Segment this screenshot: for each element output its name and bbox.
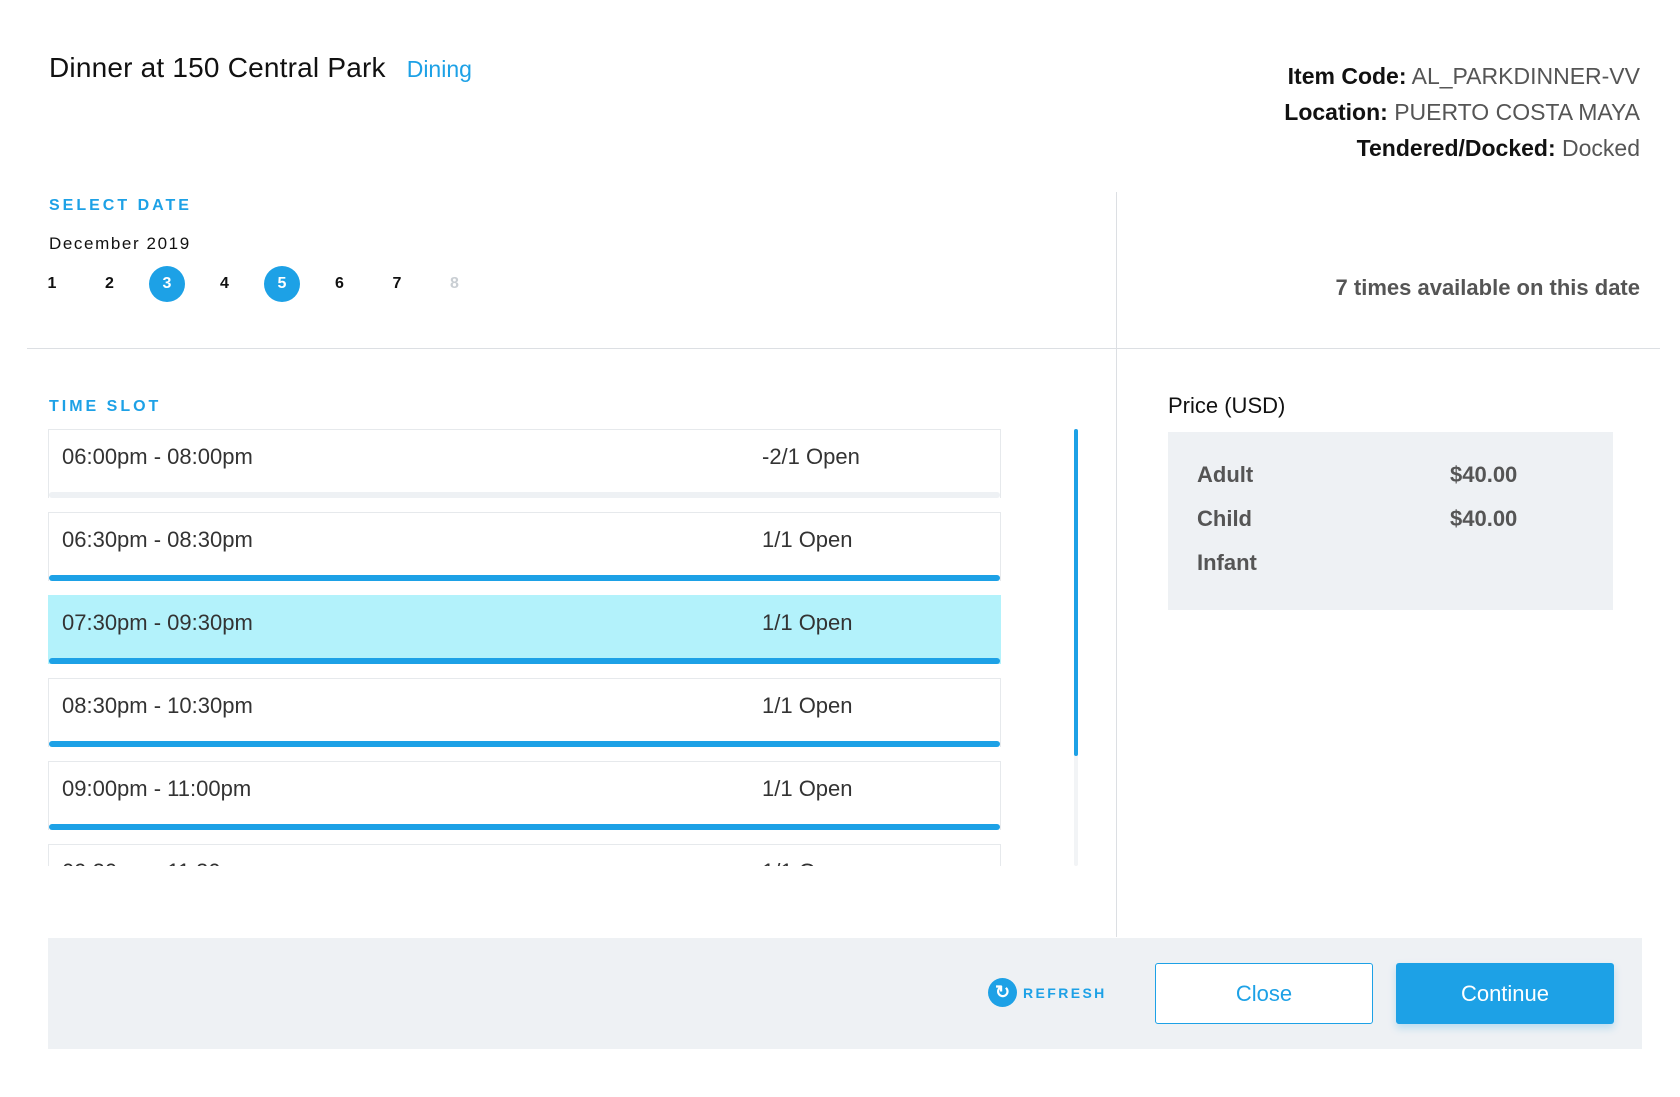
price-table: Adult $40.00 Child $40.00 Infant xyxy=(1168,432,1613,610)
refresh-label[interactable]: REFRESH xyxy=(1023,985,1107,1001)
item-meta: Item Code: AL_PARKDINNER-VV Location: PU… xyxy=(1284,58,1640,166)
meta-value: AL_PARKDINNER-VV xyxy=(1411,63,1640,89)
meta-key: Item Code: xyxy=(1287,63,1407,89)
date-option-1[interactable]: 1 xyxy=(34,266,70,302)
footer-bar: ↻ REFRESH Close Continue xyxy=(48,938,1642,1049)
time-slot-row[interactable]: 09:00pm - 11:00pm 1/1 Open xyxy=(48,761,1001,830)
date-strip: 1234567 8 xyxy=(34,266,494,302)
slot-capacity-bar xyxy=(49,575,1000,581)
price-amount: $40.00 xyxy=(1450,506,1518,531)
slot-time: 07:30pm - 09:30pm xyxy=(62,610,253,635)
time-slot-row[interactable]: 08:30pm - 10:30pm 1/1 Open xyxy=(48,678,1001,747)
slot-time: 09:30pm - 11:30pm xyxy=(62,859,251,866)
refresh-icon[interactable]: ↻ xyxy=(988,978,1017,1007)
slot-scrollbar[interactable] xyxy=(1074,429,1078,866)
price-label: Infant xyxy=(1197,550,1257,575)
slot-availability: -2/1 Open xyxy=(762,444,860,469)
month-label: December 2019 xyxy=(49,234,191,253)
header-title-group: Dinner at 150 Central Park Dining xyxy=(49,52,472,84)
slot-availability: 1/1 Open xyxy=(762,527,853,552)
price-row-infant: Infant xyxy=(1197,550,1257,576)
time-slot-row[interactable]: 06:30pm - 08:30pm 1/1 Open xyxy=(48,512,1001,581)
date-option-5[interactable]: 5 xyxy=(264,266,300,302)
price-row-child: Child $40.00 xyxy=(1197,506,1517,532)
date-option-6[interactable]: 6 xyxy=(322,266,358,302)
horizontal-divider xyxy=(27,348,1660,349)
time-slot-row[interactable]: 07:30pm - 09:30pm 1/1 Open xyxy=(48,595,1001,664)
slot-availability: 1/1 Open xyxy=(762,693,853,718)
slot-availability: 1/1 Open xyxy=(762,859,853,866)
slot-capacity-bar xyxy=(49,741,1000,747)
date-option-7[interactable]: 7 xyxy=(379,266,415,302)
meta-value: PUERTO COSTA MAYA xyxy=(1394,99,1640,125)
slot-capacity-bar xyxy=(49,492,1000,498)
continue-button[interactable]: Continue xyxy=(1396,963,1614,1024)
page-title: Dinner at 150 Central Park xyxy=(49,52,386,83)
category-tag: Dining xyxy=(406,56,472,82)
slot-capacity-bar xyxy=(49,658,1000,664)
meta-key: Tendered/Docked: xyxy=(1356,135,1556,161)
slot-scrollbar-thumb[interactable] xyxy=(1074,429,1078,756)
price-label: Adult xyxy=(1197,462,1254,487)
times-available-text: 7 times available on this date xyxy=(1335,275,1640,300)
slot-time: 06:30pm - 08:30pm xyxy=(62,527,253,552)
slot-time: 08:30pm - 10:30pm xyxy=(62,693,253,718)
date-option-4[interactable]: 4 xyxy=(207,266,243,302)
slot-availability: 1/1 Open xyxy=(762,610,853,635)
select-date-label: SELECT DATE xyxy=(49,197,192,214)
date-option-8: 8 xyxy=(450,275,459,292)
price-label: Child xyxy=(1197,506,1252,531)
slot-time: 09:00pm - 11:00pm xyxy=(62,776,252,801)
meta-value: Docked xyxy=(1562,135,1640,161)
price-row-adult: Adult $40.00 xyxy=(1197,462,1517,488)
close-button[interactable]: Close xyxy=(1155,963,1373,1024)
meta-item-code: Item Code: AL_PARKDINNER-VV xyxy=(1284,58,1640,94)
date-option-2[interactable]: 2 xyxy=(92,266,128,302)
meta-tendered-docked: Tendered/Docked: Docked xyxy=(1284,130,1640,166)
slot-capacity-bar xyxy=(49,824,1000,830)
time-slot-label: TIME SLOT xyxy=(49,398,162,415)
meta-key: Location: xyxy=(1284,99,1388,125)
date-option-3[interactable]: 3 xyxy=(149,266,185,302)
refresh-button[interactable]: ↻ REFRESH xyxy=(988,978,1107,1007)
time-slot-row[interactable]: 09:30pm - 11:30pm 1/1 Open xyxy=(48,844,1001,866)
slot-time: 06:00pm - 08:00pm xyxy=(62,444,253,469)
time-slot-row[interactable]: 06:00pm - 08:00pm -2/1 Open xyxy=(48,429,1001,498)
price-amount: $40.00 xyxy=(1450,462,1518,487)
time-slot-list: 06:00pm - 08:00pm -2/1 Open 06:30pm - 08:3… xyxy=(48,429,1062,866)
price-heading: Price (USD) xyxy=(1168,393,1286,418)
meta-location: Location: PUERTO COSTA MAYA xyxy=(1284,94,1640,130)
vertical-divider xyxy=(1116,192,1117,937)
slot-availability: 1/1 Open xyxy=(762,776,853,801)
